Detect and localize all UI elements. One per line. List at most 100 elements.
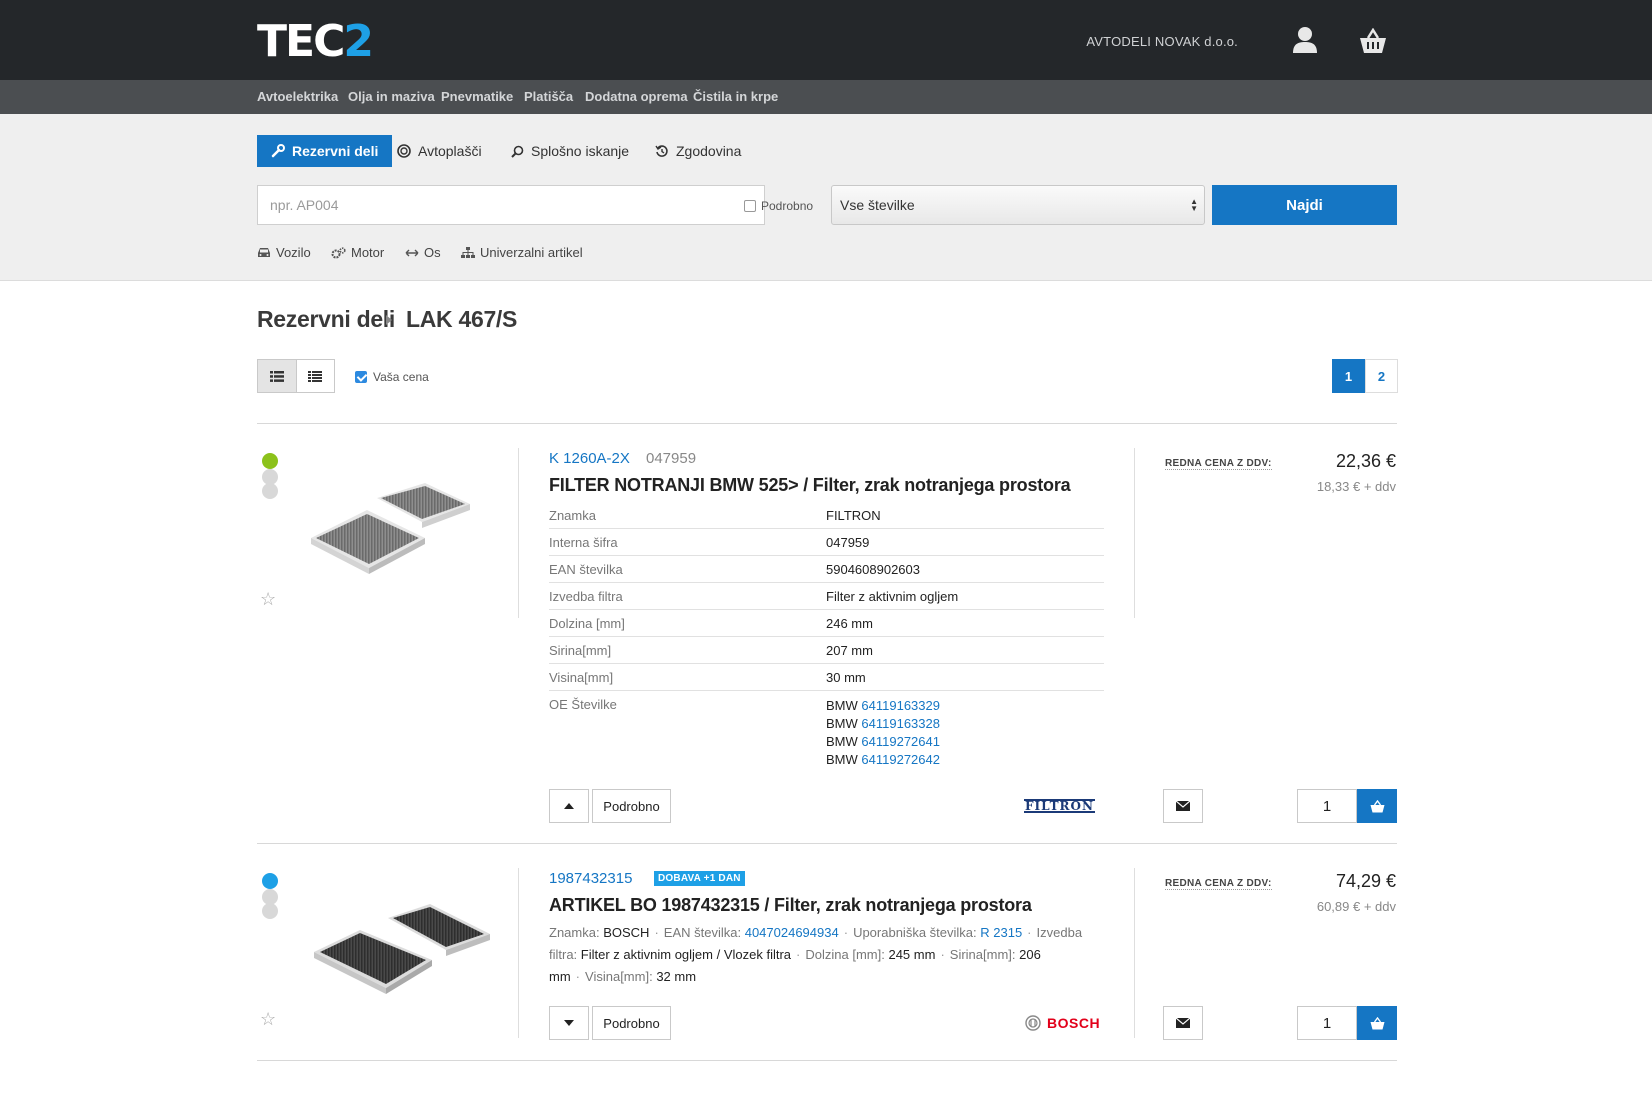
search-input[interactable]	[257, 185, 765, 225]
inquiry-button[interactable]	[1163, 789, 1203, 823]
subtab-os[interactable]: Os	[405, 245, 441, 260]
bullet-separator: ·	[796, 947, 801, 962]
subtab-motor[interactable]: Motor	[331, 245, 384, 260]
category-platisca[interactable]: Platišča	[524, 89, 573, 104]
ean-link[interactable]: 5904608902603	[826, 562, 920, 577]
product-title[interactable]: FILTER NOTRANJI BMW 525> / Filter, zrak …	[549, 475, 1071, 496]
spec-key: Interna šifra	[549, 534, 618, 550]
category-cistila[interactable]: Čistila in krpe	[693, 89, 778, 104]
logo-text: TEC	[257, 16, 345, 67]
spec-value: Filter z aktivnim ogljem / Vlozek filtra	[580, 947, 792, 962]
podrobno-label: Podrobno	[761, 199, 814, 213]
pagination: 1 2	[1332, 359, 1398, 393]
cart-icon	[1370, 1016, 1384, 1029]
spec-value: BOSCH	[603, 925, 650, 940]
tab-label: Splošno iskanje	[531, 143, 630, 159]
spec-key: Visina[mm]	[549, 669, 614, 685]
company-name[interactable]: AVTODELI NOVAK d.o.o.	[1086, 34, 1238, 49]
oe-number-link[interactable]: 64119272641	[861, 734, 940, 749]
spec-value: 246 mm	[826, 615, 873, 631]
spec-key: EAN številka	[549, 561, 623, 577]
tab-avtoplasci[interactable]: Avtoplašči	[383, 135, 496, 167]
product-image[interactable]	[305, 470, 485, 595]
spec-row: Interna šifra 047959	[549, 529, 1104, 556]
page-1[interactable]: 1	[1332, 359, 1365, 393]
spec-value: 32 mm	[656, 969, 697, 984]
top-header: TEC2 AVTODELI NOVAK d.o.o.	[0, 0, 1652, 80]
cart-icon	[1370, 799, 1384, 812]
category-avtoelektrika[interactable]: Avtoelektrika	[257, 89, 338, 104]
favorite-star-icon[interactable]: ☆	[260, 589, 276, 610]
view-list-button[interactable]	[258, 360, 297, 392]
subtab-label: Os	[424, 245, 441, 260]
divider	[257, 843, 1397, 844]
gears-icon	[331, 246, 346, 258]
tab-zgodovina[interactable]: Zgodovina	[641, 135, 755, 167]
wrench-icon	[271, 144, 285, 158]
category-olja[interactable]: Olja in maziva	[348, 89, 435, 104]
spec-key: Znamka:	[549, 925, 600, 940]
divider	[257, 423, 1397, 424]
spec-row: Visina[mm] 30 mm	[549, 664, 1104, 691]
category-nav: Avtoelektrika Olja in maziva Pnevmatike …	[0, 80, 1652, 114]
tab-rezervni-deli[interactable]: Rezervni deli	[257, 135, 393, 167]
spec-key: Uporabniška številka:	[853, 925, 977, 940]
podrobno-checkbox[interactable]: Podrobno	[744, 199, 813, 213]
product-code-link[interactable]: K 1260A-2X	[549, 450, 630, 467]
car-icon	[258, 247, 270, 257]
vasa-cena-checkbox[interactable]: Vaša cena	[355, 370, 429, 384]
page-2[interactable]: 2	[1365, 359, 1398, 393]
delivery-badge: DOBAVA +1 DAN	[654, 871, 745, 886]
details-button[interactable]: Podrobno	[592, 789, 671, 823]
brand-name: BOSCH	[1047, 1015, 1101, 1031]
view-compact-button[interactable]	[297, 360, 335, 392]
oe-number-link[interactable]: 64119163329	[861, 698, 940, 713]
favorite-star-icon[interactable]: ☆	[260, 1009, 276, 1030]
oe-number-link[interactable]: 64119272642	[861, 752, 940, 767]
checkbox-box-checked[interactable]	[355, 371, 367, 383]
status-dot	[262, 483, 278, 499]
expand-button[interactable]	[549, 1006, 589, 1040]
list-compact-icon	[308, 370, 323, 382]
ean-link[interactable]: 4047024694934	[745, 925, 839, 940]
brand-logo-bosch[interactable]: BOSCH	[1025, 1015, 1100, 1031]
brand-logo-filtron[interactable]: FILTRON	[1024, 799, 1095, 813]
product-code-link[interactable]: 1987432315	[549, 870, 632, 887]
tab-label: Rezervni deli	[292, 143, 379, 159]
status-dot	[262, 903, 278, 919]
envelope-icon	[1176, 801, 1190, 811]
details-button[interactable]: Podrobno	[592, 1006, 671, 1040]
category-pnevmatike[interactable]: Pnevmatike	[441, 89, 513, 104]
inquiry-button[interactable]	[1163, 1006, 1203, 1040]
user-icon[interactable]	[1292, 26, 1318, 54]
product-title[interactable]: ARTIKEL BO 1987432315 / Filter, zrak not…	[549, 895, 1032, 916]
spec-row: Dolzina [mm] 246 mm	[549, 610, 1104, 637]
collapse-button[interactable]	[549, 789, 589, 823]
spec-key: Sirina[mm]	[549, 642, 612, 658]
subtab-univerzalni[interactable]: Univerzalni artikel	[461, 245, 583, 260]
oe-make: BMW	[826, 698, 858, 713]
price-net: 60,89 € + ddv	[1316, 899, 1396, 914]
breadcrumb-root[interactable]: Rezervni deli	[257, 306, 395, 333]
spec-key: OE Številke	[549, 697, 617, 712]
logo[interactable]: TEC2	[257, 16, 374, 67]
add-to-cart-button[interactable]	[1357, 789, 1397, 823]
number-type-select[interactable]: Vse številke ▲ ▼	[831, 185, 1205, 225]
tab-label: Zgodovina	[676, 143, 742, 159]
oe-number-link[interactable]: 64119163328	[861, 716, 940, 731]
bullet-separator: ·	[843, 925, 849, 940]
category-dodatna-oprema[interactable]: Dodatna oprema	[585, 89, 688, 104]
tab-splosno-iskanje[interactable]: Splošno iskanje	[497, 135, 643, 167]
tire-icon	[397, 144, 411, 158]
user-number-link[interactable]: R 2315	[980, 925, 1022, 940]
status-dot-blue	[262, 873, 278, 889]
cart-icon[interactable]	[1359, 28, 1387, 54]
price-label: REDNA CENA Z DDV:	[1165, 878, 1272, 890]
product-image[interactable]	[310, 898, 495, 1003]
subtab-vozilo[interactable]: Vozilo	[257, 245, 311, 260]
find-button[interactable]: Najdi	[1212, 185, 1397, 225]
checkbox-box[interactable]	[744, 200, 756, 212]
add-to-cart-button[interactable]	[1357, 1006, 1397, 1040]
quantity-input[interactable]: 1	[1297, 789, 1357, 823]
quantity-input[interactable]: 1	[1297, 1006, 1357, 1040]
